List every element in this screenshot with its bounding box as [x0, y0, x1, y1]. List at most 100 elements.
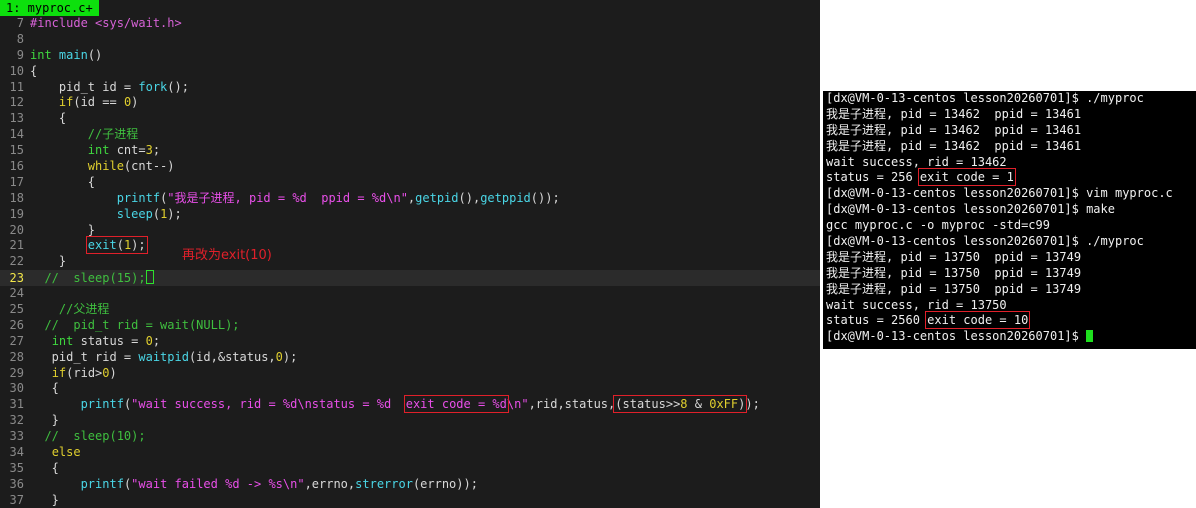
code-token: 0: [275, 349, 283, 364]
code-token: pid_t id =: [30, 79, 139, 94]
code-line[interactable]: 20 }: [0, 223, 820, 239]
code-line[interactable]: 33 // sleep(10);: [0, 429, 820, 445]
code-line[interactable]: 36 printf("wait failed %d -> %s\n",errno…: [0, 477, 820, 493]
code-token: {: [30, 381, 59, 396]
code-line[interactable]: 16 while(cnt--): [0, 159, 820, 175]
terminal-text: 我是子进程, pid = 13750 ppid = 13749: [826, 265, 1082, 280]
line-number: 31: [9, 397, 24, 412]
code-line[interactable]: 25 //父进程: [0, 302, 820, 318]
code-token: getppid: [480, 190, 531, 205]
code-area[interactable]: 7 #include <sys/wait.h> 8 9 int main() 10{11 …: [0, 16, 820, 508]
code-token: ,rid,status,: [528, 397, 616, 412]
code-line[interactable]: 26 // pid_t rid = wait(NULL);: [0, 318, 820, 334]
code-token: (: [116, 238, 124, 253]
code-token: //父进程: [58, 302, 110, 317]
code-token: (status>>: [615, 397, 681, 412]
code-token: strerror: [355, 476, 413, 491]
code-token: ;: [152, 333, 161, 348]
code-line[interactable]: 35 {: [0, 461, 820, 477]
tab-myproc-c[interactable]: 1: myproc.c+: [0, 0, 99, 16]
code-token: ;: [152, 143, 161, 158]
terminal-text: [dx@VM-0-13-centos lesson20260701]$ ./my…: [826, 91, 1144, 105]
code-line[interactable]: 22 }: [0, 254, 820, 270]
terminal-line: 我是子进程, pid = 13462 ppid = 13461: [823, 123, 1196, 139]
code-token: (cnt--): [123, 159, 175, 174]
terminal-line: gcc myproc.c -o myproc -std=c99: [823, 218, 1196, 234]
line-number: 37: [9, 492, 24, 507]
code-line[interactable]: 29 if(rid>0): [0, 366, 820, 382]
line-number: 7: [16, 16, 24, 30]
line-number: 11: [9, 79, 24, 94]
code-token: {: [30, 460, 59, 475]
code-token: // pid_t rid = wait(NULL);: [44, 317, 240, 332]
code-line[interactable]: 7 #include <sys/wait.h>: [0, 16, 820, 32]
code-line[interactable]: 15 int cnt=3;: [0, 143, 820, 159]
code-token: (errno));: [412, 476, 478, 491]
terminal-text: [dx@VM-0-13-centos lesson20260701]$ make: [826, 202, 1115, 217]
code-token: 8: [680, 397, 688, 412]
code-line[interactable]: 24: [0, 286, 820, 302]
terminal-text: 我是子进程, pid = 13462 ppid = 13461: [826, 138, 1082, 153]
line-number: 9: [16, 47, 24, 62]
code-line[interactable]: 21 exit(1);: [0, 236, 820, 255]
code-line[interactable]: 23 // sleep(15);: [0, 270, 820, 287]
code-token: ): [131, 95, 139, 110]
line-number: 33: [9, 429, 24, 444]
code-token: {: [30, 63, 38, 78]
code-line[interactable]: 18 printf("我是子进程, pid = %d ppid = %d\n",…: [0, 191, 820, 207]
code-line[interactable]: 30 {: [0, 381, 820, 397]
terminal-line: 我是子进程, pid = 13750 ppid = 13749: [823, 282, 1196, 298]
terminal-line: wait success, rid = 13462: [823, 155, 1196, 171]
terminal-line: wait success, rid = 13750: [823, 298, 1196, 314]
exit-code-highlight: exit code = 1: [917, 168, 1016, 187]
code-token: 0: [102, 365, 110, 380]
code-line[interactable]: 10 {: [0, 64, 820, 80]
vim-editor[interactable]: 1: myproc.c+ 7 #include <sys/wait.h> 8 9 int…: [0, 0, 820, 508]
code-token: }: [30, 492, 59, 507]
code-line[interactable]: 32 }: [0, 413, 820, 429]
line-number: 23: [9, 271, 24, 286]
code-line[interactable]: 34 else: [0, 445, 820, 461]
code-line[interactable]: 12 if(id == 0): [0, 95, 820, 111]
terminal-line: 我是子进程, pid = 13462 ppid = 13461: [823, 139, 1196, 155]
code-token: (rid>: [66, 365, 103, 380]
code-line[interactable]: 19 sleep(1);: [0, 207, 820, 223]
code-line[interactable]: 37 }: [0, 493, 820, 508]
code-token: \n": [506, 397, 529, 412]
code-line[interactable]: 28 pid_t rid = waitpid(id,&status,0);: [0, 350, 820, 366]
terminal-line: 我是子进程, pid = 13750 ppid = 13749: [823, 266, 1196, 282]
code-token: int: [30, 47, 52, 62]
code-line[interactable]: 8: [0, 32, 820, 48]
code-line[interactable]: 9 int main(): [0, 48, 820, 64]
terminal-text: status = 2560: [826, 313, 928, 328]
line-number: 14: [9, 127, 24, 142]
code-line[interactable]: 11 pid_t id = fork();: [0, 80, 820, 96]
terminal-text: wait success, rid = 13462: [826, 154, 1007, 169]
terminal-text: status = 256: [826, 170, 920, 185]
line-number: 13: [9, 111, 24, 126]
terminal-window[interactable]: [dx@VM-0-13-centos lesson20260701]$ ./my…: [823, 91, 1196, 349]
code-line[interactable]: 14 //子进程: [0, 127, 820, 143]
code-line[interactable]: 31 printf("wait success, rid = %d\nstatu…: [0, 395, 820, 414]
annotation-note: 再改为exit(10): [182, 248, 272, 263]
code-token: //子进程: [87, 127, 139, 142]
code-token: 3: [145, 143, 153, 158]
code-token: #include: [30, 16, 96, 30]
code-token: <sys/wait.h>: [95, 16, 182, 30]
terminal-text: 我是子进程, pid = 13750 ppid = 13749: [826, 249, 1082, 264]
code-token: ();: [167, 79, 189, 94]
code-line[interactable]: 17 {: [0, 175, 820, 191]
code-line[interactable]: 27 int status = 0;: [0, 334, 820, 350]
line-number: 21: [9, 238, 24, 253]
line-number: 10: [9, 63, 24, 78]
code-token: waitpid: [138, 349, 189, 364]
code-token: (): [87, 47, 103, 62]
code-token: }: [30, 413, 59, 428]
code-line[interactable]: 13 {: [0, 111, 820, 127]
tab-bar: 1: myproc.c+: [0, 0, 820, 16]
